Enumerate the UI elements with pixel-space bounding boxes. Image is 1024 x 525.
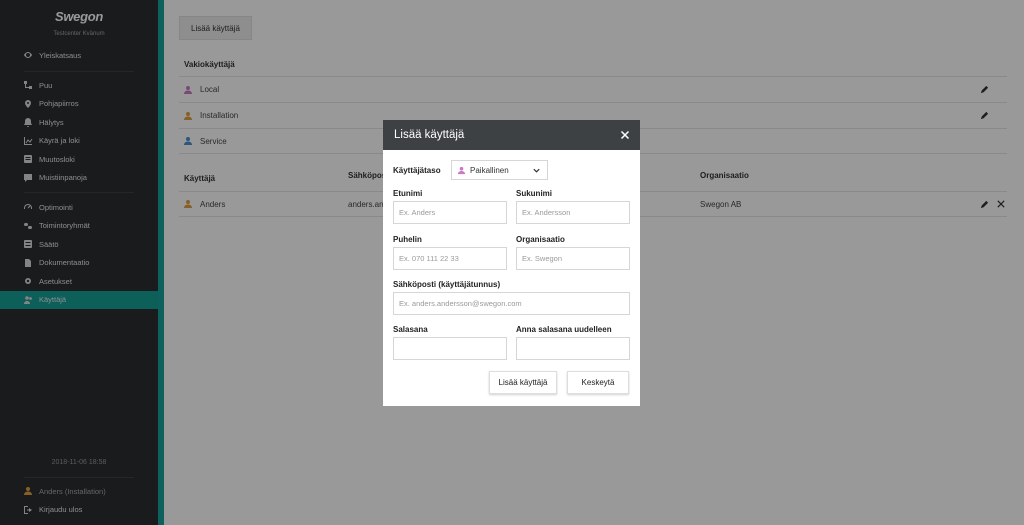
user-level-value: Paikallinen — [470, 165, 509, 175]
password-label: Salasana — [393, 325, 428, 334]
user-icon — [457, 166, 466, 174]
chevron-down-icon — [533, 168, 540, 173]
dialog-header: Lisää käyttäjä — [383, 120, 640, 150]
user-level-select[interactable]: Paikallinen — [451, 160, 548, 180]
close-icon[interactable] — [619, 129, 631, 141]
phone-field[interactable] — [393, 247, 507, 270]
email-label: Sähköposti (käyttäjätunnus) — [393, 280, 501, 289]
dialog-title: Lisää käyttäjä — [394, 129, 465, 141]
add-user-dialog: Lisää käyttäjä Käyttäjätaso Paikallinen … — [383, 120, 640, 406]
last-name-field[interactable] — [516, 201, 630, 224]
password-repeat-field[interactable] — [516, 337, 630, 360]
email-field[interactable] — [393, 292, 630, 315]
submit-add-user-button[interactable]: Lisää käyttäjä — [489, 371, 557, 394]
password-field[interactable] — [393, 337, 507, 360]
last-name-label: Sukunimi — [516, 189, 553, 198]
phone-label: Puhelin — [393, 235, 422, 244]
user-level-row: Käyttäjätaso Paikallinen — [393, 160, 548, 180]
first-name-field[interactable] — [393, 201, 507, 224]
first-name-label: Etunimi — [393, 189, 423, 198]
user-level-label: Käyttäjätaso — [393, 165, 441, 175]
organisation-label: Organisaatio — [516, 235, 565, 244]
organisation-field[interactable] — [516, 247, 630, 270]
password-repeat-label: Anna salasana uudelleen — [516, 325, 612, 334]
cancel-button[interactable]: Keskeytä — [567, 371, 629, 394]
